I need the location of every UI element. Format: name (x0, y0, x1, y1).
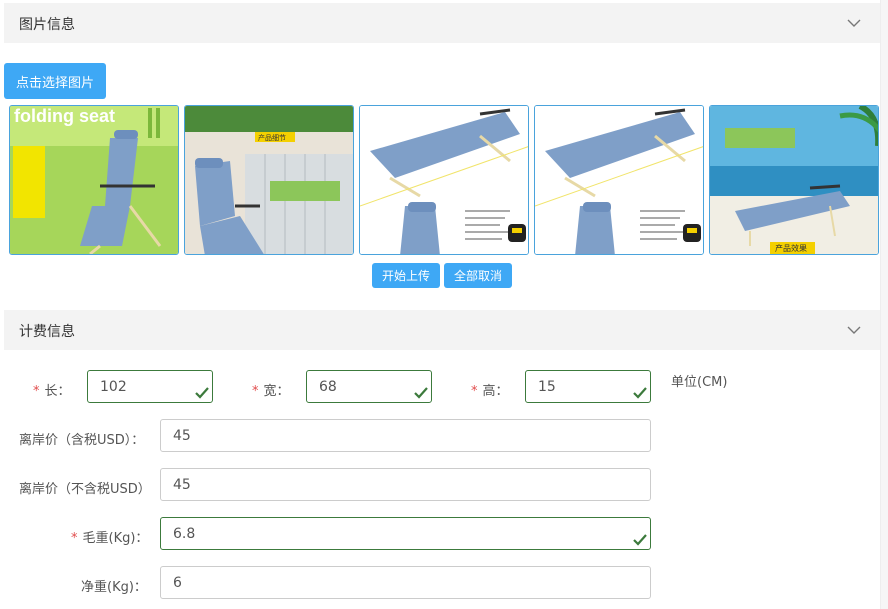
chair-photo-2: 产品细节 (185, 106, 353, 254)
thumbnail-5[interactable]: 产品效果 (709, 105, 879, 255)
check-icon (195, 387, 209, 399)
chevron-down-icon[interactable] (846, 15, 862, 31)
height-label-text: 高： (482, 384, 509, 399)
length-input[interactable]: 102 (87, 370, 213, 403)
required-mark: * (252, 384, 259, 399)
net-weight-label: 净重(Kg)： (81, 580, 147, 595)
billing-info-title: 计费信息 (19, 324, 75, 340)
thumbnail-2[interactable]: 产品细节 (184, 105, 354, 255)
price-notax-input[interactable]: 45 (160, 468, 651, 501)
required-mark: * (471, 384, 478, 399)
cancel-all-button[interactable]: 全部取消 (444, 263, 512, 288)
price-tax-label: 离岸价（含税USD）： (19, 433, 145, 448)
thumbnail-1[interactable]: folding seat (9, 105, 179, 255)
chair-photo-4 (535, 106, 703, 254)
height-value: 15 (538, 378, 556, 395)
length-label: * 长： (33, 380, 71, 399)
length-value: 102 (100, 378, 127, 395)
width-input[interactable]: 68 (306, 370, 432, 403)
chair-photo-3 (360, 106, 528, 254)
billing-info-header[interactable]: 计费信息 (4, 310, 880, 350)
check-icon (633, 534, 647, 546)
gross-weight-label: * 毛重(Kg)： (71, 527, 148, 546)
thumbnail-4[interactable] (534, 105, 704, 255)
price-notax-value: 45 (173, 476, 191, 493)
width-label: * 宽： (252, 380, 290, 399)
required-mark: * (71, 531, 78, 546)
price-tax-input[interactable]: 45 (160, 419, 651, 452)
height-input[interactable]: 15 (525, 370, 651, 403)
image-info-header[interactable]: 图片信息 (4, 3, 880, 43)
net-weight-input[interactable]: 6 (160, 566, 651, 599)
width-label-text: 宽： (263, 384, 290, 399)
thumbnail-list: folding seat 产品细节 产品效果 (9, 105, 881, 255)
gross-weight-input[interactable]: 6.8 (160, 517, 651, 550)
thumbnail-3[interactable] (359, 105, 529, 255)
thumb-2-text: 产品细节 (258, 133, 286, 142)
chair-photo-1: folding seat (10, 106, 178, 254)
image-info-title: 图片信息 (19, 17, 75, 33)
required-mark: * (33, 384, 40, 399)
thumb-5-text: 产品效果 (775, 243, 807, 253)
gross-weight-label-text: 毛重(Kg)： (82, 531, 149, 546)
price-tax-value: 45 (173, 427, 191, 444)
gross-weight-value: 6.8 (173, 525, 196, 542)
unit-label: 单位(CM) (671, 375, 728, 390)
price-notax-label: 离岸价（不含税USD） (19, 482, 151, 497)
width-value: 68 (319, 378, 337, 395)
chevron-down-icon[interactable] (846, 322, 862, 338)
check-icon (633, 387, 647, 399)
length-label-text: 长： (44, 384, 71, 399)
select-image-button[interactable]: 点击选择图片 (4, 63, 106, 99)
thumb-1-text: folding seat (14, 106, 115, 126)
height-label: * 高： (471, 380, 509, 399)
net-weight-value: 6 (173, 574, 182, 591)
scrollbar[interactable] (880, 0, 888, 609)
check-icon (414, 387, 428, 399)
beach-photo-5: 产品效果 (710, 106, 878, 254)
start-upload-button[interactable]: 开始上传 (372, 263, 440, 288)
